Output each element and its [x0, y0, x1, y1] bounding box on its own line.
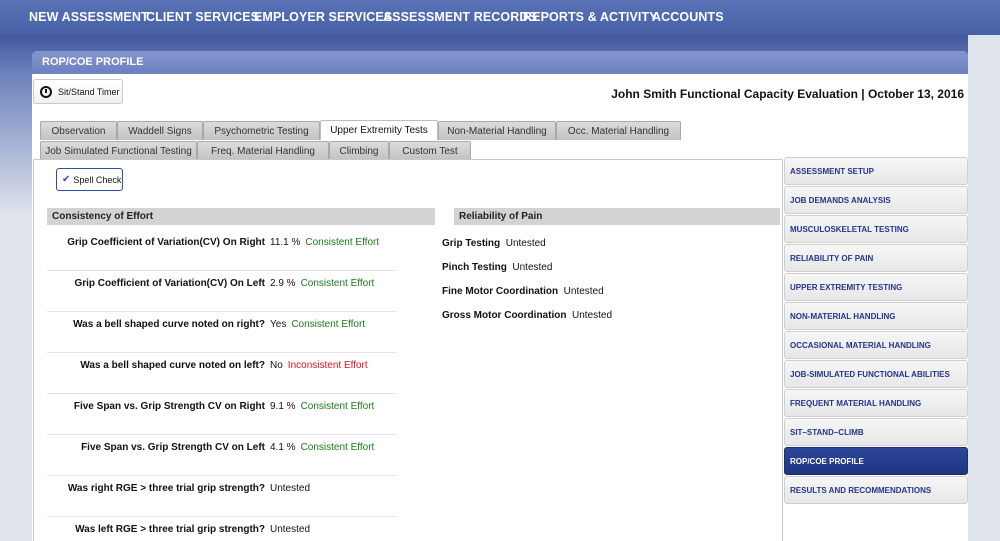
sidebar-item-job-simulated-functional-abilities[interactable]: JOB-SIMULATED FUNCTIONAL ABILITIES [784, 360, 968, 388]
consistency-row: Five Span vs. Grip Strength CV on Left 4… [47, 435, 397, 476]
sidebar-item-upper-extremity-testing[interactable]: UPPER EXTREMITY TESTING [784, 273, 968, 301]
row-value: Yes Consistent Effort [270, 319, 366, 330]
row-label: Was left RGE > three trial grip strength… [75, 524, 265, 535]
consistency-row: Grip Coefficient of Variation(CV) On Lef… [47, 271, 397, 312]
row-value: No Inconsistent Effort [270, 360, 368, 371]
sidebar-item-reliability-of-pain[interactable]: RELIABILITY OF PAIN [784, 244, 968, 272]
timer-label: Sit/Stand Timer [58, 86, 120, 97]
tab-observation[interactable]: Observation [40, 121, 117, 140]
consistency-row: Was a bell shaped curve noted on right? … [47, 312, 397, 353]
nav-employer-services[interactable]: EMPLOYER SERVICES [254, 0, 392, 35]
status-text: Consistent Effort [300, 442, 375, 453]
rop-coe-panel: ROP/COE PROFILE Sit/Stand Timer John Smi… [32, 51, 968, 541]
checkmark-icon: ✔ [62, 174, 71, 185]
nav-accounts[interactable]: ACCOUNTS [652, 0, 724, 35]
sidebar-item-job-demands-analysis[interactable]: JOB DEMANDS ANALYSIS [784, 186, 968, 214]
row-value: Untested [270, 483, 311, 494]
tab-custom-test[interactable]: Custom Test [389, 141, 471, 160]
row-label: Five Span vs. Grip Strength CV on Left [81, 442, 265, 453]
sidebar-item-rop-coe-profile[interactable]: ROP/COE PROFILE [784, 447, 968, 475]
row-label: Five Span vs. Grip Strength CV on Right [73, 401, 265, 412]
consistency-row: Was a bell shaped curve noted on left? N… [47, 353, 397, 394]
pain-row: Fine Motor Coordination Untested [442, 286, 604, 297]
pain-row: Grip Testing Untested [442, 238, 546, 249]
tab-waddell-signs[interactable]: Waddell Signs [117, 121, 203, 140]
pain-heading: Reliability of Pain [454, 208, 780, 225]
row-label: Grip Coefficient of Variation(CV) On Lef… [74, 278, 265, 289]
spell-check-button[interactable]: ✔ Spell Check [56, 168, 123, 191]
row-label: Was a bell shaped curve noted on left? [80, 360, 265, 371]
status-text: Consistent Effort [300, 278, 375, 289]
sit-stand-timer-button[interactable]: Sit/Stand Timer [33, 79, 123, 104]
sidebar-item-sit-stand-climb[interactable]: SIT–STAND–CLIMB [784, 418, 968, 446]
sidebar-item-frequent-material-handling[interactable]: FREQUENT MATERIAL HANDLING [784, 389, 968, 417]
nav-assessment-records[interactable]: ASSESSMENT RECORDS [383, 0, 537, 35]
pain-row: Gross Motor Coordination Untested [442, 310, 613, 321]
sidebar-item-non-material-handling[interactable]: NON-MATERIAL HANDLING [784, 302, 968, 330]
nav-client-services[interactable]: CLIENT SERVICES [146, 0, 259, 35]
sidebar-item-musculoskeletal-testing[interactable]: MUSCULOSKELETAL TESTING [784, 215, 968, 243]
row-value: 2.9 % Consistent Effort [270, 278, 375, 289]
consistency-row: Grip Coefficient of Variation(CV) On Rig… [47, 230, 397, 271]
status-text: Consistent Effort [291, 319, 366, 330]
pain-row: Pinch Testing Untested [442, 262, 553, 273]
nav-reports-activity[interactable]: REPORTS & ACTIVITY [523, 0, 658, 35]
tab-climbing[interactable]: Climbing [329, 141, 389, 160]
sidebar-item-occasional-material-handling[interactable]: OCCASIONAL MATERIAL HANDLING [784, 331, 968, 359]
evaluation-title: John Smith Functional Capacity Evaluatio… [611, 87, 964, 101]
row-value: 9.1 % Consistent Effort [270, 401, 375, 412]
tab-job-simulated-functional-testing[interactable]: Job Simulated Functional Testing [40, 141, 197, 160]
row-label: Was a bell shaped curve noted on right? [73, 319, 265, 330]
status-text: Inconsistent Effort [287, 360, 368, 371]
nav-new-assessment[interactable]: NEW ASSESSMENT [29, 0, 149, 35]
consistency-heading: Consistency of Effort [47, 208, 435, 225]
consistency-row: Was right RGE > three trial grip strengt… [47, 476, 397, 517]
top-navigation: NEW ASSESSMENT CLIENT SERVICES EMPLOYER … [0, 0, 1000, 35]
sidebar-item-results-and-recommendations[interactable]: RESULTS AND RECOMMENDATIONS [784, 476, 968, 504]
status-text: Consistent Effort [300, 401, 375, 412]
tab-occ-material-handling[interactable]: Occ. Material Handling [556, 121, 681, 140]
clock-icon [40, 85, 52, 98]
tab-upper-extremity-tests[interactable]: Upper Extremity Tests [320, 120, 438, 140]
sidebar-item-assessment-setup[interactable]: ASSESSMENT SETUP [784, 157, 968, 185]
tab-freq-material-handling[interactable]: Freq. Material Handling [197, 141, 329, 160]
row-value: 4.1 % Consistent Effort [270, 442, 375, 453]
tab-psychometric-testing[interactable]: Psychometric Testing [203, 121, 320, 140]
tab-content: ✔ Spell Check Consistency of Effort Reli… [33, 159, 783, 541]
page-margin-right [968, 35, 1000, 541]
status-text: Consistent Effort [305, 237, 380, 248]
row-value: Untested [270, 524, 311, 535]
consistency-row: Five Span vs. Grip Strength CV on Right … [47, 394, 397, 435]
spell-check-label: Spell Check [73, 174, 122, 185]
row-value: 11.1 % Consistent Effort [270, 237, 380, 248]
tab-non-material-handling[interactable]: Non-Material Handling [438, 121, 556, 140]
panel-title: ROP/COE PROFILE [32, 51, 968, 74]
consistency-row: Was left RGE > three trial grip strength… [47, 517, 397, 541]
row-label: Grip Coefficient of Variation(CV) On Rig… [67, 237, 265, 248]
row-label: Was right RGE > three trial grip strengt… [67, 483, 265, 494]
